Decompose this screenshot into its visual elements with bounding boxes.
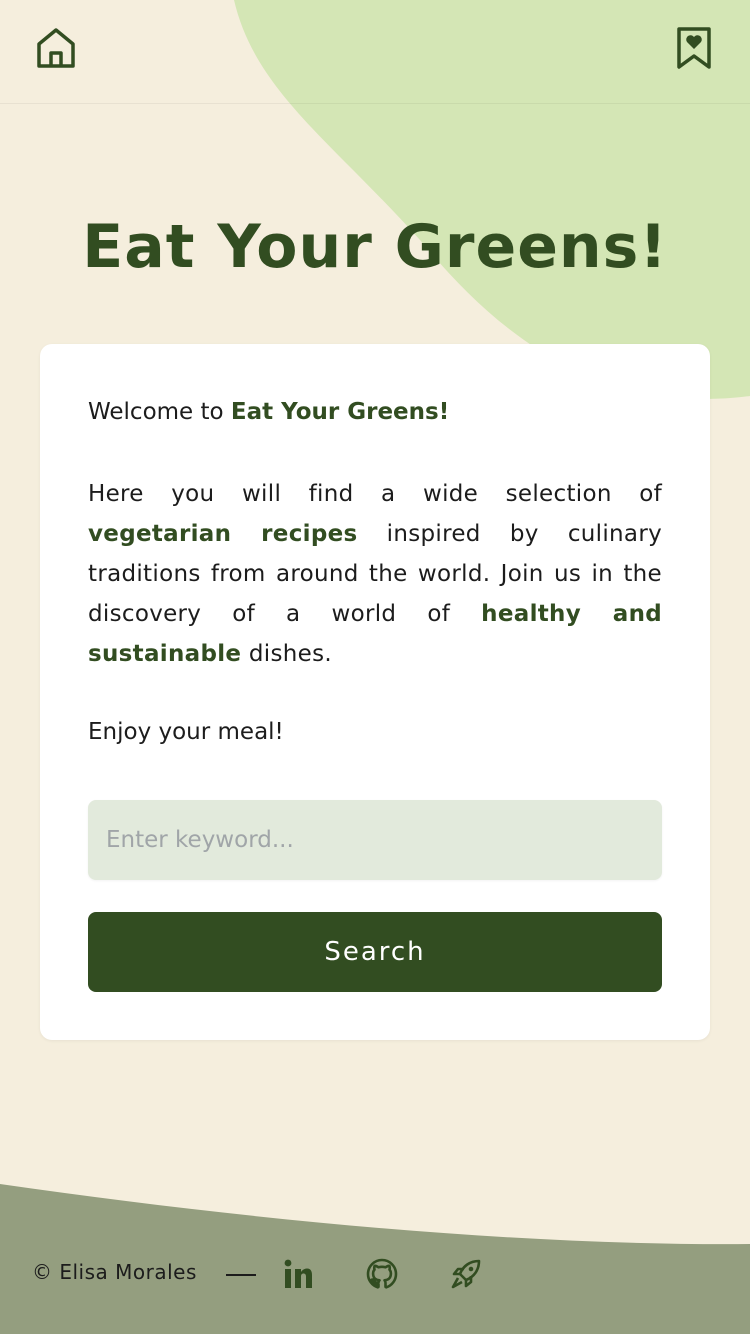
favorites-button[interactable]	[668, 22, 720, 74]
page-title: Eat Your Greens!	[82, 212, 668, 282]
rocket-icon	[451, 1259, 481, 1289]
intro-paragraph: Here you will find a wide selection of v…	[88, 474, 662, 674]
highlight-vegetarian: vegetarian recipes	[88, 521, 358, 547]
intro-text-3: dishes.	[241, 641, 333, 667]
welcome-prefix: Welcome to	[88, 399, 231, 425]
search-button[interactable]: Search	[88, 912, 662, 992]
bookmark-heart-icon	[677, 27, 711, 69]
footer: © Elisa Morales	[0, 1244, 750, 1304]
github-icon	[366, 1258, 398, 1289]
footer-divider	[226, 1274, 256, 1276]
intro-text-1: Here you will find a wide selection of	[88, 481, 662, 507]
welcome-brand: Eat Your Greens!	[230, 399, 450, 425]
linkedin-icon	[284, 1259, 312, 1288]
home-button[interactable]	[30, 22, 82, 74]
search-input[interactable]	[88, 800, 662, 880]
linkedin-link[interactable]	[280, 1256, 316, 1292]
enjoy-text: Enjoy your meal!	[88, 719, 284, 745]
intro-card: Welcome to Eat Your Greens! Here you wil…	[40, 344, 710, 1040]
portfolio-link[interactable]	[448, 1256, 484, 1292]
home-icon	[37, 28, 75, 68]
welcome-text: Welcome to Eat Your Greens!	[88, 394, 662, 430]
top-navbar	[0, 0, 750, 104]
github-link[interactable]	[364, 1256, 400, 1292]
copyright-text: © Elisa Morales	[32, 1260, 197, 1284]
